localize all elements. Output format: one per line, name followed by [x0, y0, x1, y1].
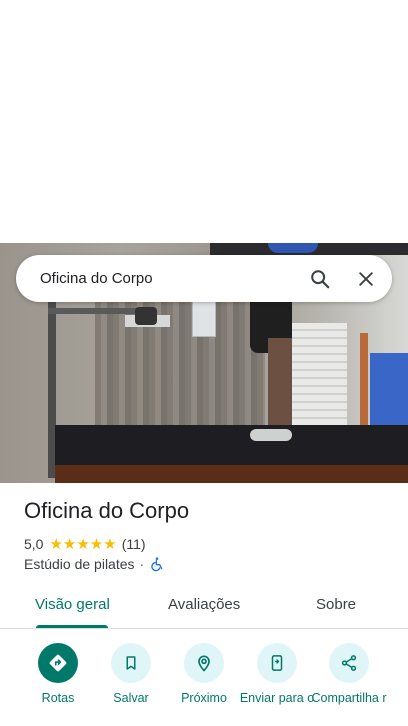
bookmark-icon [111, 643, 151, 683]
photo-speaker [135, 307, 157, 325]
review-count[interactable]: (11) [122, 536, 146, 552]
tab-overview[interactable]: Visão geral [35, 596, 110, 613]
save-button[interactable]: Salvar [93, 643, 169, 705]
directions-button[interactable]: Rotas [20, 643, 96, 705]
place-title: Oficina do Corpo [24, 498, 190, 523]
save-label: Salvar [113, 691, 149, 705]
rating-row[interactable]: 5,0 ★★★★★ (11) [24, 536, 146, 552]
photo-wood-panel [95, 298, 265, 438]
photo-rod [360, 333, 368, 433]
photo-blue-post [370, 353, 408, 433]
rating-stars: ★★★★★ [49, 537, 117, 552]
nearby-label: Próximo [181, 691, 227, 705]
share-button[interactable]: Compartilha r [311, 643, 387, 705]
separator-dot: · [139, 556, 145, 572]
photo-overhead-blue [268, 243, 318, 253]
send-to-phone-button[interactable]: Enviar para o [239, 643, 315, 705]
map-blank-area [0, 0, 408, 243]
send-to-phone-label: Enviar para o [239, 691, 315, 705]
tab-about[interactable]: Sobre [316, 596, 356, 613]
photo-person-shoe [250, 429, 292, 441]
wheelchair-accessible-icon[interactable] [149, 556, 165, 572]
photo-device [192, 301, 216, 337]
tab-reviews[interactable]: Avaliações [168, 596, 240, 613]
category-row: Estúdio de pilates · [24, 556, 165, 572]
nearby-button[interactable]: Próximo [166, 643, 242, 705]
photo-person-leg [268, 338, 292, 433]
photo-blinds [292, 323, 347, 433]
rating-value: 5,0 [24, 536, 44, 552]
photo-reformer-bed [55, 425, 408, 465]
place-category: Estúdio de pilates [24, 556, 135, 572]
search-bar[interactable]: Oficina do Corpo [16, 255, 392, 302]
search-input[interactable]: Oficina do Corpo [40, 270, 300, 287]
share-icon [329, 643, 369, 683]
star-icon: ★★★★★ [49, 535, 117, 553]
place-tabs: Visão geral Avaliações Sobre [0, 584, 408, 629]
send-to-phone-icon [257, 643, 297, 683]
photo-reformer-side [55, 465, 408, 483]
share-label: Compartilha r [311, 691, 387, 705]
tab-indicator [36, 625, 108, 628]
close-icon[interactable] [346, 259, 386, 299]
directions-label: Rotas [41, 691, 75, 705]
search-icon[interactable] [300, 259, 340, 299]
photo-rail-top [48, 308, 148, 314]
nearby-icon [184, 643, 224, 683]
directions-icon [38, 643, 78, 683]
